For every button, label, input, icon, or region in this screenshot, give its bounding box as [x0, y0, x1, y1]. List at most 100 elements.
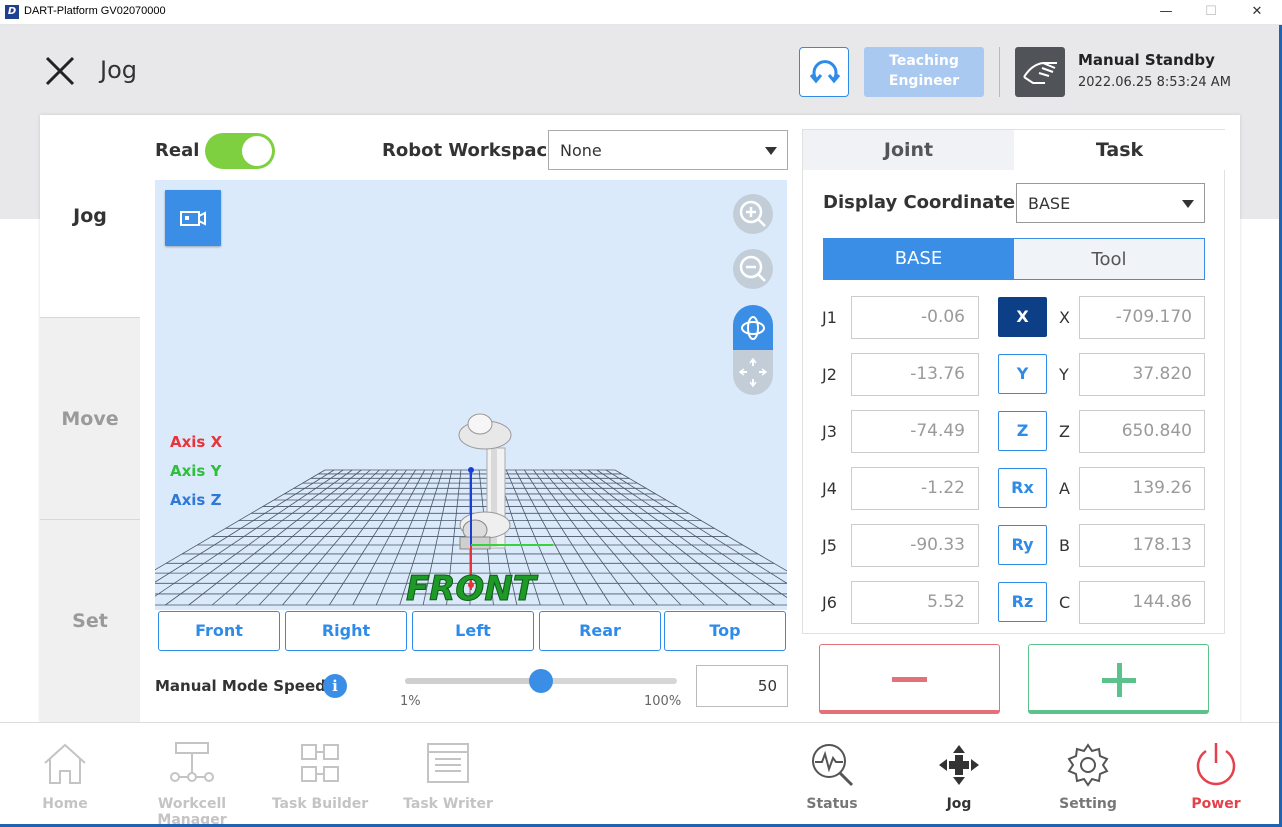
tab-joint[interactable]: Joint [803, 130, 1014, 170]
side-nav-jog[interactable]: Jog [40, 115, 140, 317]
nav-power[interactable]: Power [1151, 723, 1281, 823]
task-writer-icon [427, 743, 469, 783]
joint-label: J3 [822, 422, 837, 441]
camera-button[interactable] [165, 190, 221, 246]
jog-plus-button[interactable] [1028, 644, 1209, 714]
nav-workcell-manager[interactable]: Workcell Manager [127, 723, 257, 827]
nav-jog-label: Jog [946, 796, 972, 812]
maximize-button[interactable]: ☐ [1201, 3, 1221, 21]
coord-value-field: 37.820 [1079, 353, 1205, 396]
joint-label: J5 [822, 536, 837, 555]
view-front-button[interactable]: Front [158, 611, 280, 651]
nav-setting[interactable]: Setting [1023, 723, 1153, 823]
rotate-mode-button[interactable] [733, 305, 773, 350]
floor-front-label: FRONT [406, 569, 539, 609]
coord-value-field: -709.170 [1079, 296, 1205, 339]
info-icon[interactable]: i [323, 674, 347, 698]
robot-workspace-label: Robot Workspace [382, 140, 560, 161]
refresh-icon [809, 60, 841, 84]
axis-z-label: Axis Z [170, 491, 222, 509]
robot-workspace-select[interactable]: None [548, 130, 788, 170]
zoom-in-icon [739, 200, 766, 227]
axis-z-button[interactable]: Z [998, 411, 1047, 451]
view-left-button[interactable]: Left [412, 611, 534, 651]
display-coordinates-value: BASE [1028, 194, 1071, 213]
coord-value-field: 178.13 [1079, 524, 1205, 567]
real-toggle[interactable] [205, 133, 275, 169]
zoom-out-icon [739, 255, 766, 282]
nav-status[interactable]: Status [767, 723, 897, 823]
nav-task-writer[interactable]: Task Writer [383, 723, 513, 823]
rotate-icon [741, 316, 765, 340]
axis-ry-button[interactable]: Ry [998, 525, 1047, 565]
joint-label: J4 [822, 479, 837, 498]
nav-task-writer-label: Task Writer [403, 796, 493, 812]
joint-label: J1 [822, 308, 837, 327]
speed-slider[interactable] [405, 669, 677, 693]
axis-rx-button[interactable]: Rx [998, 468, 1047, 508]
teaching-engineer-button[interactable]: Teaching Engineer [864, 47, 984, 97]
plus-icon-vertical [1117, 663, 1122, 697]
tab-task[interactable]: Task [1014, 130, 1225, 170]
view-rear-button[interactable]: Rear [539, 611, 661, 651]
nav-status-label: Status [806, 796, 858, 812]
coord-value-field: 139.26 [1079, 467, 1205, 510]
side-nav-set-label: Set [72, 610, 108, 632]
axis-rz-button[interactable]: Rz [998, 582, 1047, 622]
coord-value-field: 650.840 [1079, 410, 1205, 453]
joint-label: J2 [822, 365, 837, 384]
teaching-line-1: Teaching [889, 53, 959, 69]
zoom-in-button[interactable] [733, 194, 773, 234]
axis-y-label: Axis Y [170, 462, 222, 480]
coord-label: C [1059, 593, 1071, 612]
joint-value-field: -1.22 [851, 467, 979, 510]
segment-tool[interactable]: Tool [1013, 238, 1205, 280]
grid-floor: FRONT [155, 413, 787, 610]
robot-status-title: Manual Standby [1078, 51, 1215, 69]
coord-label: Z [1059, 422, 1070, 441]
pan-icon[interactable] [733, 350, 773, 395]
display-coordinates-select[interactable]: BASE [1016, 183, 1205, 223]
coord-value-field: 144.86 [1079, 581, 1205, 624]
chevron-down-icon [1182, 200, 1194, 208]
view-right-button[interactable]: Right [285, 611, 407, 651]
speed-slider-thumb[interactable] [529, 669, 553, 693]
nav-workcell-manager-label: Workcell Manager [157, 796, 227, 827]
coord-label: Y [1059, 365, 1069, 384]
nav-home[interactable]: Home [0, 723, 130, 823]
axis-x-label: Axis X [170, 433, 223, 451]
close-icon[interactable] [44, 55, 76, 87]
joint-value-field: -13.76 [851, 353, 979, 396]
bottom-nav: Home Workcell Manager Task Builder Task … [0, 722, 1282, 827]
robot-workspace-value: None [560, 141, 602, 160]
side-nav-move[interactable]: Move [40, 317, 140, 519]
coord-label: B [1059, 536, 1070, 555]
refresh-button[interactable] [799, 47, 849, 97]
jog-minus-button[interactable] [819, 644, 1000, 714]
home-icon [44, 743, 86, 784]
nav-jog[interactable]: Jog [894, 723, 1024, 823]
workcell-icon [170, 742, 214, 782]
joint-value-field: -74.49 [851, 410, 979, 453]
view-mode-toggle[interactable] [733, 305, 773, 395]
close-window-button[interactable]: ✕ [1247, 3, 1267, 21]
speed-input[interactable]: 50 [696, 665, 788, 707]
app-logo-icon: D [5, 5, 19, 19]
minimize-button[interactable]: — [1156, 3, 1176, 21]
joint-value-field: 5.52 [851, 581, 979, 624]
side-nav-move-label: Move [61, 407, 119, 430]
nav-task-builder[interactable]: Task Builder [255, 723, 385, 823]
side-nav-set[interactable]: Set [40, 519, 140, 722]
nav-task-builder-label: Task Builder [271, 796, 369, 812]
view-top-button[interactable]: Top [664, 611, 786, 651]
robot-3d-viewport[interactable]: FRONT Axis X Axis Y Axis Z [155, 180, 787, 610]
segment-base[interactable]: BASE [823, 238, 1014, 280]
teaching-line-2: Engineer [888, 73, 960, 89]
display-coordinates-label: Display Coordinates [823, 192, 1026, 213]
manual-speed-label: Manual Mode Speed [155, 677, 326, 695]
page-title: Jog [100, 56, 137, 84]
axis-x-button[interactable]: X [998, 297, 1047, 337]
zoom-out-button[interactable] [733, 249, 773, 289]
joint-label: J6 [822, 593, 837, 612]
axis-y-button[interactable]: Y [998, 354, 1047, 394]
